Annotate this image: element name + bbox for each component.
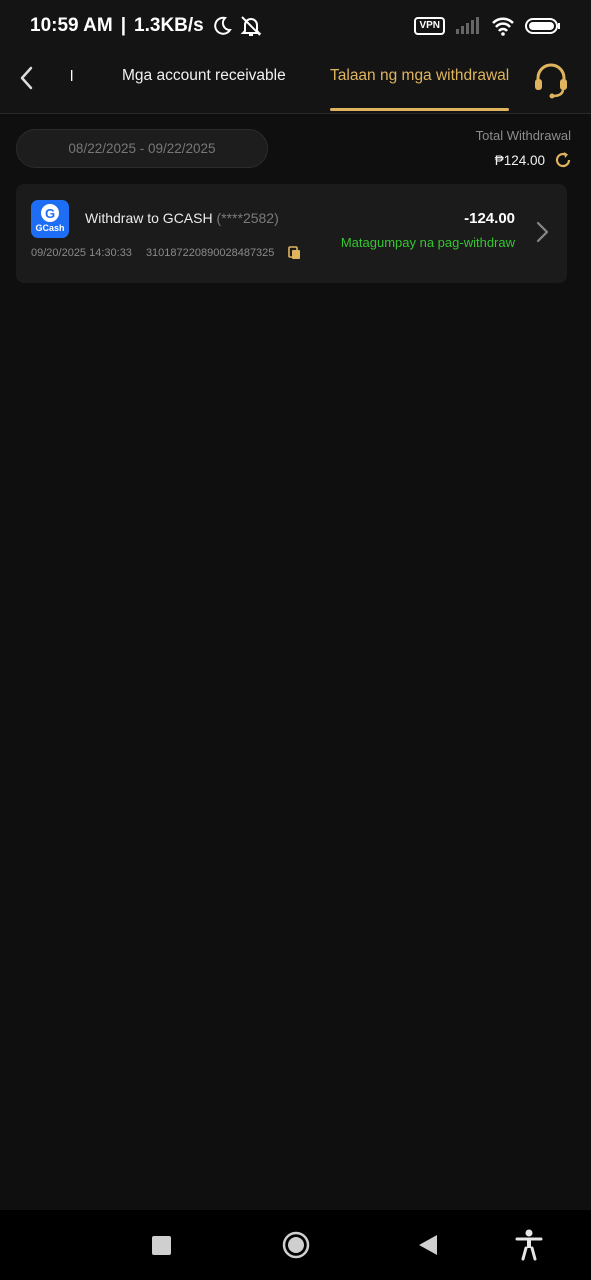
vpn-badge: VPN [414,17,445,35]
transaction-meta: 09/20/2025 14:30:33 31018722089002848732… [31,246,302,260]
moon-icon [213,16,232,35]
transaction-account: (****2582) [216,210,279,226]
system-nav-bar [0,1210,591,1280]
status-time: 10:59 AM [30,15,113,36]
home-button[interactable] [281,1230,311,1260]
transaction-amount: -124.00 [464,210,515,227]
back-button[interactable] [417,1233,439,1257]
tab-accounts-receivable[interactable]: Mga account receivable [122,67,286,85]
accessibility-icon[interactable] [514,1229,544,1261]
recents-button[interactable] [152,1236,171,1255]
total-withdrawal-row: ₱124.00 [495,150,573,170]
copy-icon[interactable] [288,246,302,260]
active-tab-indicator [330,108,509,111]
transaction-reference: 310187220890028487325 [145,247,275,259]
refresh-icon[interactable] [553,150,573,170]
battery-icon [525,18,560,34]
total-withdrawal-value: ₱124.00 [494,152,545,168]
status-left: 10:59 AM | 1.3KB/s [30,15,262,37]
transaction-status: Matagumpay na pag-withdraw [340,235,515,250]
network-speed: 1.3KB/s [134,15,204,36]
bell-off-icon [240,16,262,36]
date-range-picker[interactable]: 08/22/2025 - 09/22/2025 [16,129,268,168]
tab-withdrawal-records[interactable]: Talaan ng mga withdrawal [330,67,509,85]
headset-icon[interactable] [532,60,570,100]
status-bar: 10:59 AM | 1.3KB/s VPN [0,0,591,52]
signal-icon [456,17,479,34]
gcash-logo-text: GCash [35,223,65,233]
app-header: l Mga account receivable Talaan ng mga w… [0,52,591,114]
chevron-right-icon[interactable] [535,218,551,246]
transaction-datetime: 09/20/2025 14:30:33 [31,247,132,259]
wifi-icon [492,17,514,36]
transaction-title: Withdraw to GCASH (****2582) [85,210,279,226]
transaction-card[interactable]: G GCash Withdraw to GCASH (****2582) 09/… [16,184,567,283]
status-separator: | [120,15,127,36]
status-right: VPN [414,16,561,36]
gcash-g-icon: G [41,204,59,222]
filter-area: 08/22/2025 - 09/22/2025 Total Withdrawal… [0,114,591,184]
chevron-left-icon[interactable] [14,64,38,92]
gcash-logo: G GCash [31,200,69,238]
tab-partial[interactable]: l [70,68,73,85]
transaction-method: Withdraw to GCASH [85,210,213,226]
total-withdrawal-label: Total Withdrawal [475,128,571,143]
